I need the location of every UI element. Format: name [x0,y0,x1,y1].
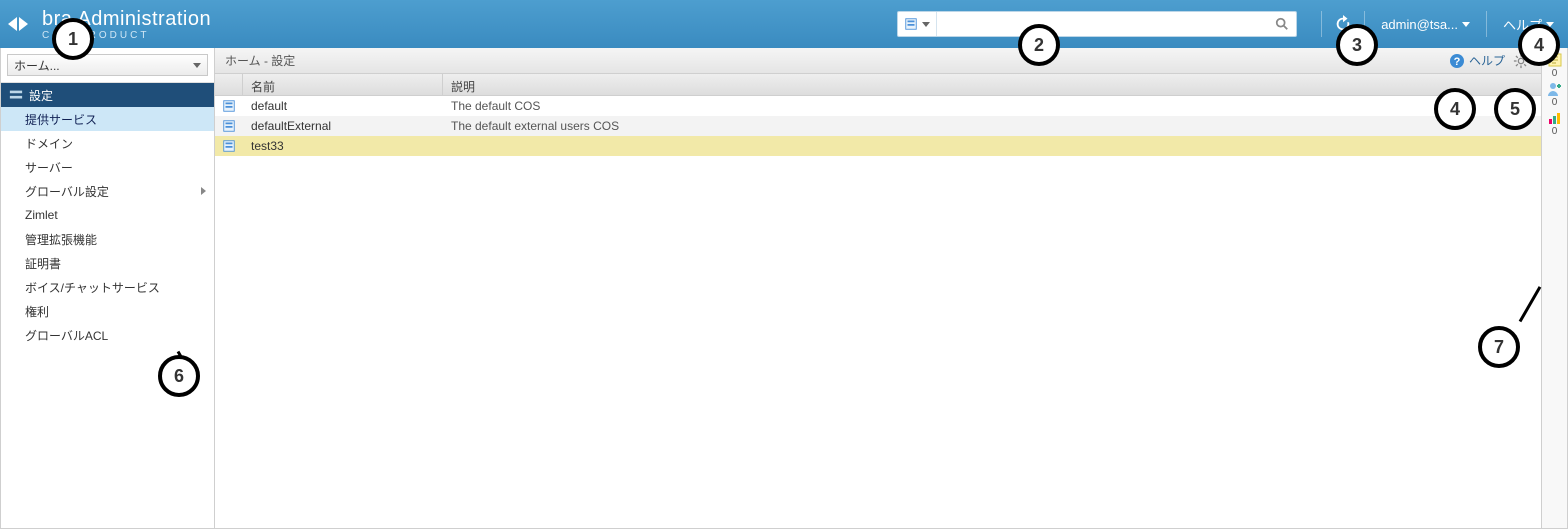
search-icon [1275,17,1289,31]
caret-down-icon [922,22,930,27]
content-help-label: ヘルプ [1469,52,1505,69]
top-help-menu[interactable]: ヘルプ [1497,15,1560,34]
table-settings-button[interactable] [1511,51,1531,71]
cos-icon [222,139,236,153]
row-name: default [243,99,443,113]
sidebar-item[interactable]: 権利 [1,299,214,323]
row-icon-cell [215,119,243,133]
sidebar-item[interactable]: Zimlet [1,203,214,227]
rail-count-3: 0 [1552,126,1558,137]
refresh-button[interactable] [1332,13,1354,35]
status-rail: 0 0 0 [1541,48,1567,528]
table-row[interactable]: test33 [215,136,1541,156]
column-handle [215,74,243,95]
help-icon: ? [1449,53,1465,69]
row-name: test33 [243,139,443,153]
sidebar-item[interactable]: グローバル設定 [1,179,214,203]
sidebar-item-label: グローバルACL [25,327,108,344]
table-row[interactable]: defaultThe default COS [215,96,1541,116]
top-bar: bra Administration COR PRODUCT admin@tsa… [0,0,1568,48]
rail-count-2: 0 [1552,97,1558,108]
cos-icon [222,99,236,113]
row-description: The default COS [443,99,1541,113]
table-body: defaultThe default COSdefaultExternalThe… [215,96,1541,528]
column-headers: 名前 説明 [215,74,1541,96]
sidebar: ホーム... 設定 提供サービスドメインサーバーグローバル設定 Zimlet 管理拡… [1,48,215,528]
sidebar-item[interactable]: サーバー [1,155,214,179]
refresh-icon [1334,15,1352,33]
sidebar-item-label: 提供サービス [25,111,97,128]
home-selector-label: ホーム... [14,57,60,74]
table-row[interactable]: defaultExternalThe default external user… [215,116,1541,136]
breadcrumb: ホーム - 設定 [225,52,295,69]
settings-icon [9,88,23,102]
cos-icon [222,119,236,133]
sidebar-item-label: ボイス/チャットサービス [25,279,160,296]
rail-count-1: 0 [1552,68,1558,79]
note-icon [1547,52,1563,68]
app-subtitle: COR PRODUCT [42,30,211,41]
nav-section-label: 設定 [29,87,53,104]
rail-item-1[interactable]: 0 [1545,52,1565,79]
sidebar-item-label: 権利 [25,303,49,320]
main-panel: ホーム - 設定 ? ヘルプ 名前 説明 defaultThe default … [215,48,1541,528]
global-search [897,11,1297,37]
caret-down-icon [193,63,201,68]
sidebar-item[interactable]: 管理拡張機能 [1,227,214,251]
column-name-header[interactable]: 名前 [243,74,443,95]
sidebar-item-label: グローバル設定 [25,183,109,200]
back-button[interactable] [8,17,17,31]
column-description-header[interactable]: 説明 [443,74,1541,95]
rail-item-2[interactable]: 0 [1545,81,1565,108]
sidebar-item[interactable]: ボイス/チャットサービス [1,275,214,299]
home-selector-row: ホーム... [1,48,214,83]
user-add-icon [1547,81,1563,97]
sidebar-item[interactable]: 証明書 [1,251,214,275]
search-input[interactable] [937,17,1268,32]
user-label: admin@tsa... [1381,17,1458,32]
brand-block: bra Administration COR PRODUCT [42,8,211,41]
row-icon-cell [215,139,243,153]
row-name: defaultExternal [243,119,443,133]
row-description: The default external users COS [443,119,1541,133]
forward-button[interactable] [19,17,28,31]
sidebar-item-label: Zimlet [25,208,58,222]
cos-icon [904,17,918,31]
gear-icon [1513,53,1529,69]
home-selector[interactable]: ホーム... [7,54,208,76]
chart-icon [1547,110,1563,126]
caret-down-icon [1546,22,1554,27]
nav-tree: 設定 提供サービスドメインサーバーグローバル設定 Zimlet 管理拡張機能証明書ボ… [1,83,214,528]
search-button[interactable] [1268,12,1296,36]
sidebar-item[interactable]: 提供サービス [1,107,214,131]
app-body: ホーム... 設定 提供サービスドメインサーバーグローバル設定 Zimlet 管理拡… [0,48,1568,529]
breadcrumb-bar: ホーム - 設定 ? ヘルプ [215,48,1541,74]
nav-section-settings[interactable]: 設定 [1,83,214,107]
app-title: bra Administration [42,8,211,30]
sidebar-item-label: 証明書 [25,255,61,272]
history-nav [8,17,28,31]
user-menu[interactable]: admin@tsa... [1375,17,1476,32]
svg-text:?: ? [1454,56,1461,68]
search-type-dropdown[interactable] [898,12,937,36]
sidebar-item-label: 管理拡張機能 [25,231,97,248]
sidebar-item-label: サーバー [25,159,73,176]
chevron-right-icon [201,187,206,195]
row-icon-cell [215,99,243,113]
sidebar-item[interactable]: グローバルACL [1,323,214,347]
rail-item-3[interactable]: 0 [1545,110,1565,137]
caret-down-icon [1462,22,1470,27]
top-help-label: ヘルプ [1503,15,1542,34]
sidebar-item-label: ドメイン [25,135,73,152]
sidebar-item[interactable]: ドメイン [1,131,214,155]
content-help-link[interactable]: ? ヘルプ [1449,52,1505,69]
